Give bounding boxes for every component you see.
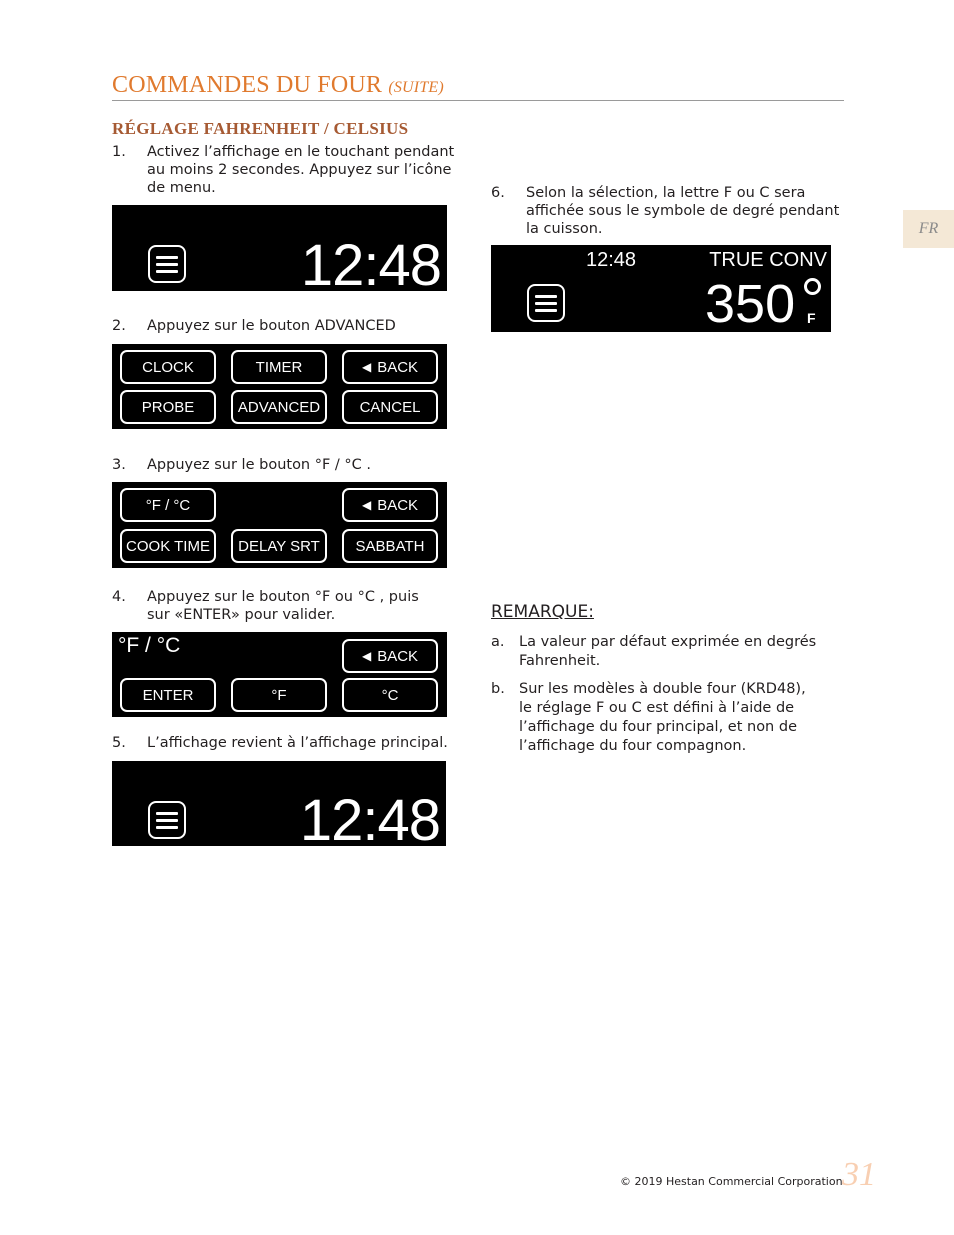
back-arrow-icon: ◀ — [361, 649, 372, 663]
notes-title: REMARQUE: — [491, 602, 594, 622]
advanced-button-label: ADVANCED — [237, 398, 321, 416]
back-button-label: BACK — [377, 496, 419, 514]
step-5: 5. L’affichage revient à l’affichage pri… — [112, 734, 462, 754]
timer-button-label: TIMER — [255, 358, 303, 376]
cooking-clock: 12:48 — [586, 249, 637, 271]
temperature-value: 350 — [705, 274, 796, 332]
step-number: 2. — [112, 318, 126, 334]
timer-button[interactable]: TIMER — [231, 350, 327, 384]
page-number: 31 — [842, 1156, 876, 1193]
back-button[interactable]: ◀ BACK — [342, 639, 438, 673]
step-text: Appuyez sur le bouton ADVANCED — [147, 318, 396, 334]
page-title-text: COMMANDES DU FOUR — [112, 72, 383, 98]
step-number: 6. — [491, 185, 505, 201]
probe-button-label: PROBE — [141, 398, 195, 416]
menu-icon[interactable] — [148, 801, 186, 839]
step-number: 4. — [112, 589, 126, 605]
note-letter: a. — [491, 634, 505, 650]
clock-display: 12:48 — [300, 233, 442, 292]
temperature-unit: F — [807, 310, 816, 326]
display-cooking-screen: 12:48 TRUE CONV 350 F — [491, 245, 831, 332]
enter-button[interactable]: ENTER — [120, 678, 216, 712]
page-title-suffix: (SUITE) — [388, 79, 444, 96]
celsius-button-label: °C — [381, 686, 399, 704]
back-button-label: BACK — [377, 358, 419, 376]
step-6: 6. Selon la sélection, la lettre F ou C … — [491, 184, 841, 240]
step-2: 2. Appuyez sur le bouton ADVANCED — [112, 317, 462, 337]
note-item-b: b. Sur les modèles à double four (KRD48)… — [491, 680, 841, 758]
fahrenheit-celsius-button-label: °F / °C — [145, 496, 191, 514]
fahrenheit-celsius-button[interactable]: °F / °C — [120, 488, 216, 522]
step-number: 1. — [112, 144, 126, 160]
back-arrow-icon: ◀ — [361, 498, 372, 512]
back-button[interactable]: ◀ BACK — [342, 488, 438, 522]
note-text: Sur les modèles à double four (KRD48), l… — [519, 681, 806, 754]
menu-icon[interactable] — [148, 245, 186, 283]
degree-symbol-icon — [804, 278, 821, 295]
probe-button[interactable]: PROBE — [120, 390, 216, 424]
display-home-screen-return: 12:48 — [112, 761, 446, 846]
page-title: COMMANDES DU FOUR (SUITE) — [112, 72, 444, 99]
cook-time-button[interactable]: COOK TIME — [120, 529, 216, 563]
step-text: L’affichage revient à l’affichage princi… — [147, 735, 448, 751]
display-menu-screen: CLOCK TIMER ◀ BACK PROBE ADVANCED CANCEL — [112, 344, 447, 429]
cooking-mode: TRUE CONV — [709, 249, 827, 271]
menu-icon[interactable] — [527, 284, 565, 322]
note-letter: b. — [491, 681, 505, 697]
back-button-label: BACK — [377, 647, 419, 665]
cancel-button[interactable]: CANCEL — [342, 390, 438, 424]
fahrenheit-button-label: °F — [271, 686, 287, 704]
language-tab: FR — [903, 210, 954, 248]
cook-time-button-label: COOK TIME — [126, 537, 210, 555]
step-text: Activez l’affichage en le touchant penda… — [147, 144, 455, 196]
title-divider — [112, 100, 844, 101]
display-home-screen: 12:48 — [112, 205, 447, 291]
fahrenheit-button[interactable]: °F — [231, 678, 327, 712]
step-4: 4. Appuyez sur le bouton °F ou °C , puis… — [112, 588, 462, 626]
step-text: Selon la sélection, la lettre F ou C ser… — [526, 185, 840, 237]
step-text: Appuyez sur le bouton °F / °C . — [147, 457, 372, 473]
step-number: 3. — [112, 457, 126, 473]
note-item-a: a. La valeur par défaut exprimée en degr… — [491, 633, 841, 673]
display-units-screen: °F / °C ◀ BACK ENTER °F °C — [112, 632, 447, 717]
cancel-button-label: CANCEL — [359, 398, 421, 416]
display-advanced-screen: °F / °C ◀ BACK COOK TIME DELAY SRT SABBAT… — [112, 482, 447, 568]
delay-start-button-label: DELAY SRT — [238, 537, 320, 555]
step-number: 5. — [112, 735, 126, 751]
advanced-button[interactable]: ADVANCED — [231, 390, 327, 424]
sabbath-button-label: SABBATH — [355, 537, 425, 555]
note-text: La valeur par défaut exprimée en degrés … — [519, 634, 817, 669]
celsius-button[interactable]: °C — [342, 678, 438, 712]
enter-button-label: ENTER — [142, 686, 194, 704]
section-title: RÉGLAGE FAHRENHEIT / CELSIUS — [112, 119, 409, 138]
step-3: 3. Appuyez sur le bouton °F / °C . — [112, 456, 462, 476]
clock-display: 12:48 — [299, 788, 441, 847]
copyright: © 2019 Hestan Commercial Corporation — [620, 1175, 843, 1188]
units-screen-title: °F / °C — [118, 634, 181, 657]
step-1: 1. Activez l’affichage en le touchant pe… — [112, 143, 462, 199]
sabbath-button[interactable]: SABBATH — [342, 529, 438, 563]
back-button[interactable]: ◀ BACK — [342, 350, 438, 384]
step-text: Appuyez sur le bouton °F ou °C , puis su… — [147, 589, 419, 623]
clock-button-label: CLOCK — [142, 358, 194, 376]
clock-button[interactable]: CLOCK — [120, 350, 216, 384]
delay-start-button[interactable]: DELAY SRT — [231, 529, 327, 563]
back-arrow-icon: ◀ — [361, 360, 372, 374]
